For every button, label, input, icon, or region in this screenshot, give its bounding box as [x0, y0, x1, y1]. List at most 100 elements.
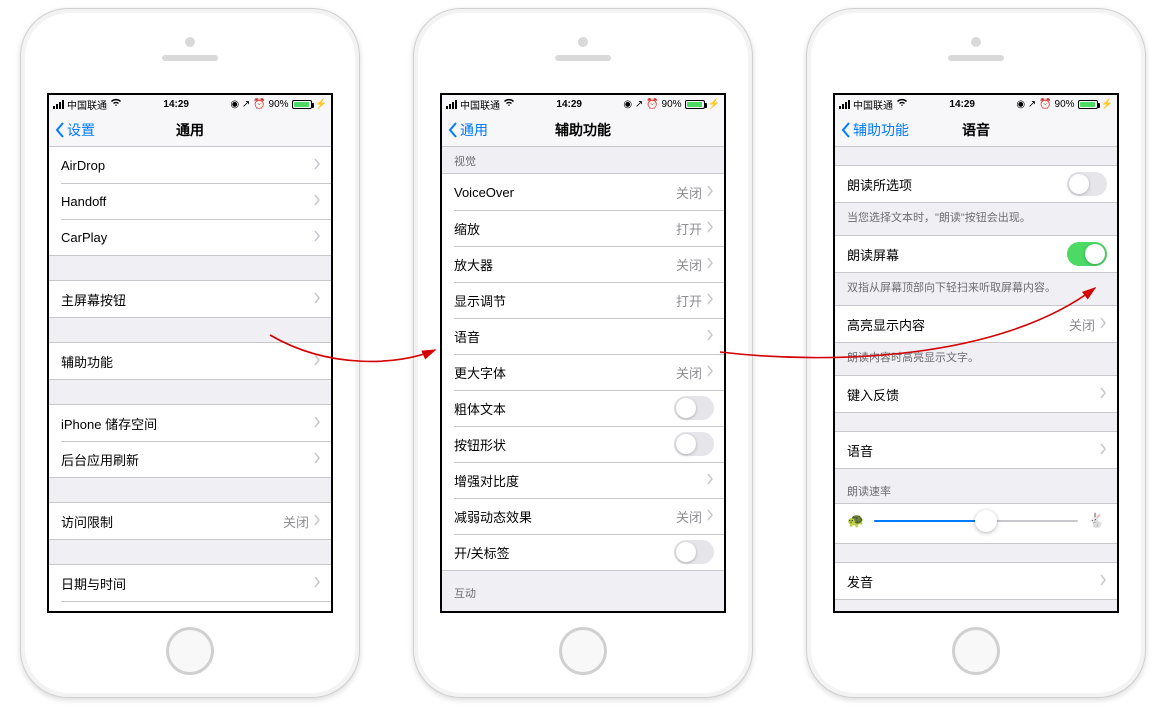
- row-keyboard[interactable]: 键盘: [49, 601, 331, 611]
- row-airdrop[interactable]: AirDrop: [49, 147, 331, 183]
- note-highlight: 朗读内容时高亮显示文字。: [835, 343, 1117, 375]
- row-handoff[interactable]: Handoff: [49, 183, 331, 219]
- chevron-right-icon: [706, 221, 714, 236]
- row-zoom[interactable]: 缩放 打开: [442, 210, 724, 246]
- row-magnifier[interactable]: 放大器 关闭: [442, 246, 724, 282]
- charging-icon: ⚡: [1101, 99, 1113, 110]
- carrier-label: 中国联通: [67, 97, 107, 112]
- home-button[interactable]: [952, 627, 1000, 675]
- section-rate: 朗读速率: [835, 469, 1117, 503]
- row-reduce-motion[interactable]: 减弱动态效果 关闭: [442, 498, 724, 534]
- nav-bar: 辅助功能 语音: [835, 113, 1117, 147]
- row-speech[interactable]: 语音: [442, 318, 724, 354]
- chevron-right-icon: [706, 293, 714, 308]
- row-labels[interactable]: 开/关标签: [442, 534, 724, 570]
- chevron-right-icon: [1099, 574, 1107, 589]
- phone-accessibility: 中国联通 14:29 ◉ ↗ ⏰ 90% ⚡ 通用 辅: [413, 8, 753, 698]
- status-icons: ◉ ↗ ⏰: [623, 99, 658, 110]
- row-voices[interactable]: 语音: [835, 432, 1117, 468]
- wifi-icon: [503, 98, 515, 110]
- chevron-right-icon: [706, 365, 714, 380]
- battery-icon: [685, 100, 705, 109]
- row-carplay[interactable]: CarPlay: [49, 219, 331, 255]
- chevron-right-icon: [313, 158, 321, 173]
- chevron-right-icon: [313, 194, 321, 209]
- row-voiceover[interactable]: VoiceOver 关闭: [442, 174, 724, 210]
- row-typing-feedback[interactable]: 键入反馈: [835, 376, 1117, 412]
- row-bold-text[interactable]: 粗体文本: [442, 390, 724, 426]
- nav-bar: 设置 通用: [49, 113, 331, 147]
- chevron-right-icon: [313, 452, 321, 467]
- signal-icon: [446, 100, 457, 109]
- row-speak-screen[interactable]: 朗读屏幕: [835, 236, 1117, 272]
- speaker-slit: [948, 55, 1004, 61]
- battery-pct: 90%: [269, 99, 289, 110]
- chevron-right-icon: [706, 473, 714, 488]
- toggle-speak-screen[interactable]: [1067, 242, 1107, 266]
- back-label: 辅助功能: [853, 120, 909, 140]
- home-button[interactable]: [166, 627, 214, 675]
- battery-icon: [1078, 100, 1098, 109]
- camera-dot: [578, 37, 588, 47]
- note-speak-screen: 双指从屏幕顶部向下轻扫来听取屏幕内容。: [835, 273, 1117, 305]
- status-bar: 中国联通 14:29 ◉ ↗ ⏰ 90% ⚡: [442, 95, 724, 113]
- charging-icon: ⚡: [708, 99, 720, 110]
- clock-label: 14:29: [122, 99, 230, 110]
- row-home-button[interactable]: 主屏幕按钮: [49, 281, 331, 317]
- turtle-icon: 🐢: [847, 512, 864, 529]
- chevron-right-icon: [313, 230, 321, 245]
- toggle-bold-text[interactable]: [674, 396, 714, 420]
- toggle-speak-selection[interactable]: [1067, 172, 1107, 196]
- home-button[interactable]: [559, 627, 607, 675]
- row-bg-refresh[interactable]: 后台应用刷新: [49, 441, 331, 477]
- row-rate-slider[interactable]: 🐢 🐇: [835, 504, 1117, 543]
- row-pronunciation[interactable]: 发音: [835, 563, 1117, 599]
- row-display[interactable]: 显示调节 打开: [442, 282, 724, 318]
- speaker-slit: [162, 55, 218, 61]
- screen-accessibility: 中国联通 14:29 ◉ ↗ ⏰ 90% ⚡ 通用 辅: [440, 93, 726, 613]
- chevron-right-icon: [313, 514, 321, 529]
- chevron-right-icon: [706, 257, 714, 272]
- nav-bar: 通用 辅助功能: [442, 113, 724, 147]
- chevron-right-icon: [1099, 443, 1107, 458]
- speech-list[interactable]: 朗读所选项 当您选择文本时，"朗读"按钮会出现。 朗读屏幕 双指从屏幕顶部向下轻…: [835, 147, 1117, 611]
- accessibility-list[interactable]: 视觉 VoiceOver 关闭 缩放 打开 放大器 关闭: [442, 147, 724, 611]
- speaker-slit: [555, 55, 611, 61]
- chevron-right-icon: [313, 416, 321, 431]
- chevron-left-icon: [448, 122, 458, 138]
- clock-label: 14:29: [515, 99, 623, 110]
- section-interaction: 互动: [442, 571, 724, 605]
- back-button[interactable]: 设置: [55, 120, 95, 140]
- settings-list[interactable]: AirDrop Handoff CarPlay 主屏幕按钮: [49, 147, 331, 611]
- row-contrast[interactable]: 增强对比度: [442, 462, 724, 498]
- row-restrictions[interactable]: 访问限制 关闭: [49, 503, 331, 539]
- carrier-label: 中国联通: [853, 97, 893, 112]
- toggle-labels[interactable]: [674, 540, 714, 564]
- row-highlight[interactable]: 高亮显示内容 关闭: [835, 306, 1117, 342]
- phone-speech: 中国联通 14:29 ◉ ↗ ⏰ 90% ⚡ 辅助功能: [806, 8, 1146, 698]
- battery-icon: [292, 100, 312, 109]
- row-larger-text[interactable]: 更大字体 关闭: [442, 354, 724, 390]
- row-accessibility[interactable]: 辅助功能: [49, 343, 331, 379]
- toggle-button-shapes[interactable]: [674, 432, 714, 456]
- signal-icon: [839, 100, 850, 109]
- row-storage[interactable]: iPhone 储存空间: [49, 405, 331, 441]
- back-label: 通用: [460, 120, 488, 140]
- note-speak-selection: 当您选择文本时，"朗读"按钮会出现。: [835, 203, 1117, 235]
- back-button[interactable]: 辅助功能: [841, 120, 909, 140]
- chevron-right-icon: [313, 576, 321, 591]
- charging-icon: ⚡: [315, 99, 327, 110]
- row-button-shapes[interactable]: 按钮形状: [442, 426, 724, 462]
- row-speak-selection[interactable]: 朗读所选项: [835, 166, 1117, 202]
- back-label: 设置: [67, 120, 95, 140]
- rate-slider[interactable]: [874, 520, 1077, 522]
- row-date-time[interactable]: 日期与时间: [49, 565, 331, 601]
- clock-label: 14:29: [908, 99, 1016, 110]
- battery-pct: 90%: [662, 99, 682, 110]
- battery-pct: 90%: [1055, 99, 1075, 110]
- rabbit-icon: 🐇: [1088, 512, 1105, 529]
- chevron-left-icon: [841, 122, 851, 138]
- back-button[interactable]: 通用: [448, 120, 488, 140]
- chevron-right-icon: [706, 509, 714, 524]
- camera-dot: [185, 37, 195, 47]
